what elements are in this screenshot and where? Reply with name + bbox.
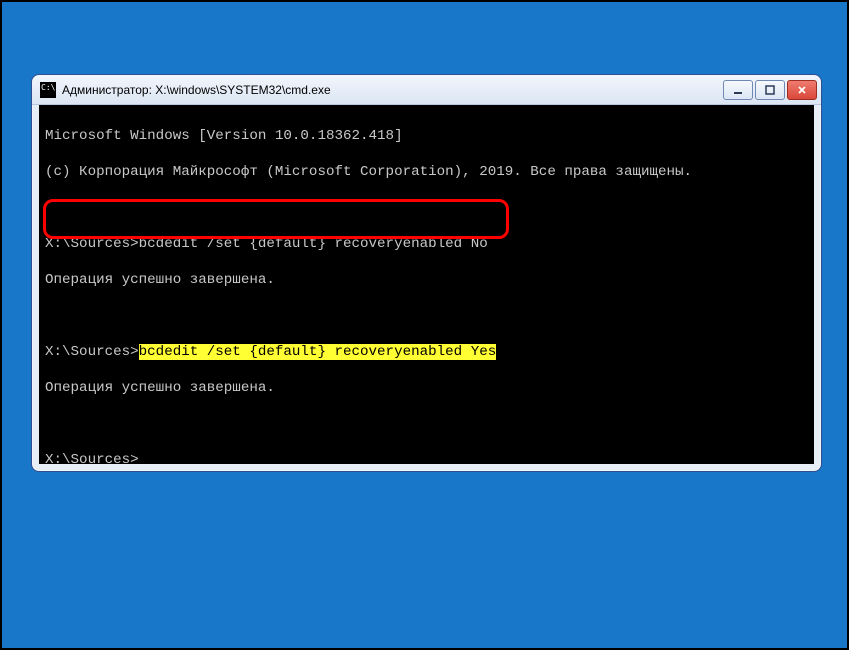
prompt-line-3: X:\Sources> <box>45 451 808 464</box>
minimize-button[interactable] <box>723 80 753 100</box>
maximize-icon <box>764 84 776 96</box>
result-line-2: Операция успешно завершена. <box>45 379 808 397</box>
result-line-1: Операция успешно завершена. <box>45 271 808 289</box>
blank-line <box>45 415 808 433</box>
version-line: Microsoft Windows [Version 10.0.18362.41… <box>45 127 808 145</box>
prompt-3: X:\Sources> <box>45 452 139 464</box>
cmd-icon <box>40 82 56 98</box>
command-1: bcdedit /set {default} recoveryenabled N… <box>139 236 488 252</box>
minimize-icon <box>732 84 744 96</box>
maximize-button[interactable] <box>755 80 785 100</box>
window-controls <box>723 80 817 100</box>
command-2-highlighted: bcdedit /set {default} recoveryenabled Y… <box>139 344 497 360</box>
titlebar[interactable]: Администратор: X:\windows\SYSTEM32\cmd.e… <box>32 75 821 105</box>
blank-line <box>45 307 808 325</box>
prompt-1: X:\Sources> <box>45 236 139 252</box>
command-line-1: X:\Sources>bcdedit /set {default} recove… <box>45 235 808 253</box>
terminal-area[interactable]: Microsoft Windows [Version 10.0.18362.41… <box>39 105 814 464</box>
close-icon <box>796 84 808 96</box>
blank-line <box>45 199 808 217</box>
prompt-2: X:\Sources> <box>45 344 139 360</box>
command-line-2: X:\Sources>bcdedit /set {default} recove… <box>45 343 808 361</box>
desktop: Администратор: X:\windows\SYSTEM32\cmd.e… <box>0 0 849 650</box>
close-button[interactable] <box>787 80 817 100</box>
cmd-window: Администратор: X:\windows\SYSTEM32\cmd.e… <box>31 74 822 472</box>
copyright-line: (c) Корпорация Майкрософт (Microsoft Cor… <box>45 163 808 181</box>
window-title: Администратор: X:\windows\SYSTEM32\cmd.e… <box>62 83 717 97</box>
